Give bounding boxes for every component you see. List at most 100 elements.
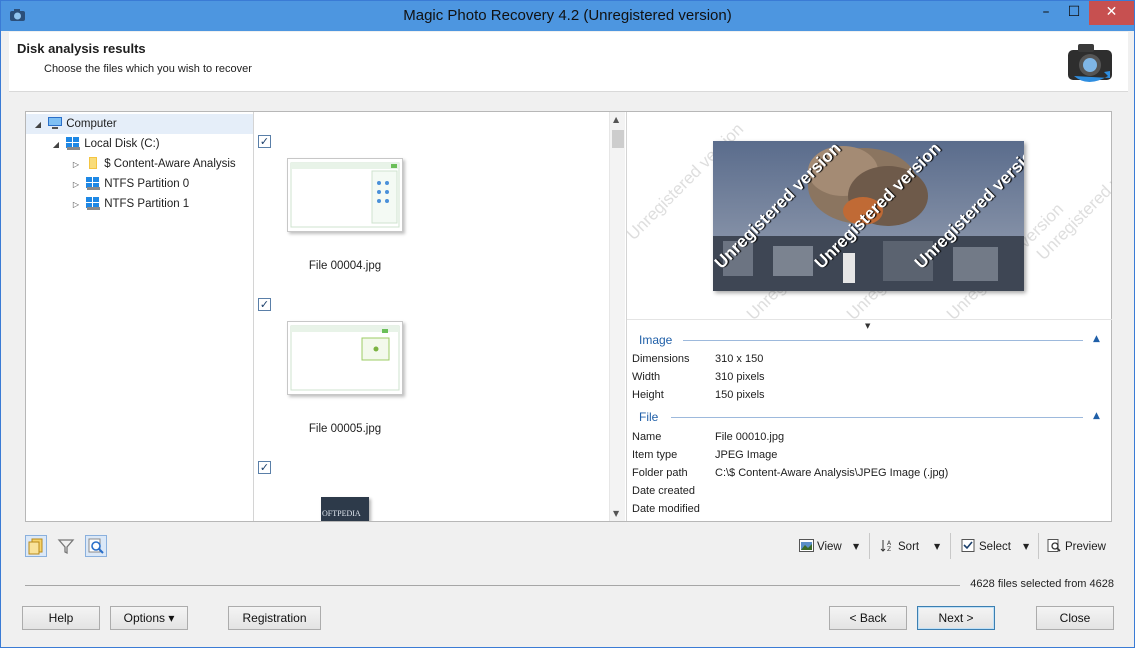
sort-label: Sort [898, 541, 920, 553]
registration-button[interactable]: Registration [228, 606, 321, 630]
file-thumbnail[interactable] [287, 321, 403, 395]
scroll-up-icon[interactable]: ▲ [613, 115, 619, 124]
prop-key: Date modified [632, 503, 700, 515]
prop-value: JPEG Image [715, 449, 778, 461]
title-bar[interactable]: Magic Photo Recovery 4.2 (Unregistered v… [1, 1, 1134, 31]
tree-item-local-disk[interactable]: ◢ Local Disk (C:) [50, 134, 160, 154]
tree-item-computer[interactable]: ◢ Computer [26, 114, 253, 134]
preview-button[interactable]: Preview [1047, 538, 1106, 556]
file-checkbox[interactable]: ✓ [258, 298, 271, 311]
back-button[interactable]: < Back [829, 606, 907, 630]
documents-icon [28, 538, 43, 555]
find-button[interactable] [85, 535, 107, 557]
toolbar-separator [869, 533, 870, 559]
thumbnail-text: OFTPEDIA [322, 509, 361, 518]
file-section-title: File [639, 410, 659, 424]
preview-photo: Unregistered version Unregistered versio… [713, 141, 1024, 291]
tree-item-label: $ Content-Aware Analysis [104, 158, 236, 170]
filter-button[interactable] [55, 535, 77, 557]
files-view-toggle[interactable] [25, 535, 47, 557]
next-button[interactable]: Next > [917, 606, 995, 630]
file-thumbnail-list[interactable]: ✓ File 00004.jpg ✓ File 00005.jpg ✓ OFTP… [255, 112, 625, 521]
view-label: View [817, 541, 842, 553]
scrollbar-thumb[interactable] [612, 130, 624, 148]
selection-status: 4628 files selected from 4628 [970, 578, 1114, 590]
select-label: Select [979, 541, 1011, 553]
tree-item-ntfs-0[interactable]: ▷ NTFS Partition 0 [70, 174, 189, 194]
tree-item-ntfs-1[interactable]: ▷ NTFS Partition 1 [70, 194, 189, 214]
help-button[interactable]: Help [22, 606, 100, 630]
prop-key: Height [632, 389, 664, 401]
page-title: Disk analysis results [17, 41, 146, 56]
sort-icon: AZ [880, 540, 892, 552]
minimize-button[interactable]: – [1031, 1, 1061, 25]
svg-text:Z: Z [887, 546, 891, 552]
camera-logo-icon [1068, 44, 1112, 82]
view-icon [799, 539, 814, 552]
section-divider [671, 417, 1083, 418]
tree-item-label: Local Disk (C:) [84, 138, 160, 150]
close-window-button[interactable]: ✕ [1089, 1, 1134, 25]
prop-value: 310 x 150 [715, 353, 764, 365]
partition-icon [86, 177, 101, 190]
close-button[interactable]: Close [1036, 606, 1114, 630]
disk-icon [66, 137, 81, 150]
expand-arrow-icon[interactable]: ▷ [70, 155, 82, 175]
filter-icon [57, 539, 75, 555]
tree-item-content-aware[interactable]: ▷ $ Content-Aware Analysis [70, 154, 236, 174]
image-section-title: Image [639, 333, 673, 347]
prop-key: Date created [632, 485, 695, 497]
prop-key: Width [632, 371, 661, 383]
scroll-down-icon[interactable]: ▼ [613, 509, 619, 518]
file-thumbnail[interactable]: OFTPEDIA [321, 497, 369, 521]
toolbar-separator [1038, 533, 1039, 559]
app-window: Magic Photo Recovery 4.2 (Unregistered v… [0, 0, 1135, 648]
prop-value: File 00010.jpg [715, 431, 785, 443]
wizard-header: Disk analysis results Choose the files w… [9, 32, 1128, 92]
collapse-section-icon[interactable]: ▲ [1093, 334, 1100, 344]
view-button[interactable]: View [799, 538, 842, 556]
prop-key: Name [632, 431, 662, 443]
expand-arrow-icon[interactable]: ▷ [70, 175, 82, 195]
file-name: File 00004.jpg [308, 260, 382, 272]
prop-key: Folder path [632, 467, 688, 479]
file-thumbnail[interactable] [287, 158, 403, 232]
thumbnail-image [290, 162, 400, 228]
options-button[interactable]: Options ▾ [110, 606, 188, 630]
collapse-arrow-icon[interactable]: ◢ [32, 115, 44, 135]
checkbox-icon [961, 539, 975, 552]
select-button[interactable]: Select [961, 538, 1011, 556]
preview-icon [1047, 539, 1061, 552]
collapse-arrow-icon[interactable]: ◢ [50, 135, 62, 155]
maximize-button[interactable]: ☐ [1059, 1, 1089, 25]
vertical-scrollbar[interactable]: ▲ ▼ [609, 112, 625, 521]
preview-image-area: Unregistered version Unregistered versio… [627, 112, 1112, 320]
prop-key: Dimensions [632, 353, 690, 365]
tree-item-label: Computer [66, 118, 117, 130]
computer-icon [48, 117, 63, 129]
prop-value: 150 pixels [715, 389, 765, 401]
file-checkbox[interactable]: ✓ [258, 461, 271, 474]
collapse-preview-icon[interactable]: ▼ [865, 322, 870, 330]
tree-item-label: NTFS Partition 0 [104, 178, 190, 190]
results-panel: ◢ Computer ◢ Local Disk (C:) ▷ $ Content… [25, 111, 1112, 522]
search-icon [88, 538, 104, 554]
thumbnail-image [290, 325, 400, 391]
sort-button[interactable]: A Z Sort [880, 538, 919, 556]
file-checkbox[interactable]: ✓ [258, 135, 271, 148]
preview-label: Preview [1065, 541, 1106, 553]
view-dropdown-icon[interactable]: ▼ [853, 538, 859, 556]
window-title: Magic Photo Recovery 4.2 (Unregistered v… [403, 7, 732, 24]
tree-item-label: NTFS Partition 1 [104, 198, 190, 210]
prop-value: C:\$ Content-Aware Analysis\JPEG Image (… [715, 467, 949, 479]
file-name: File 00005.jpg [308, 423, 382, 435]
status-divider [25, 585, 960, 586]
expand-arrow-icon[interactable]: ▷ [70, 195, 82, 215]
folder-tree[interactable]: ◢ Computer ◢ Local Disk (C:) ▷ $ Content… [26, 112, 254, 521]
collapse-section-icon[interactable]: ▲ [1093, 411, 1100, 421]
partition-icon [86, 197, 101, 210]
page-subtitle: Choose the files which you wish to recov… [44, 63, 252, 75]
select-dropdown-icon[interactable]: ▼ [1023, 538, 1029, 556]
folder-icon [89, 157, 98, 169]
sort-dropdown-icon[interactable]: ▼ [934, 538, 940, 556]
